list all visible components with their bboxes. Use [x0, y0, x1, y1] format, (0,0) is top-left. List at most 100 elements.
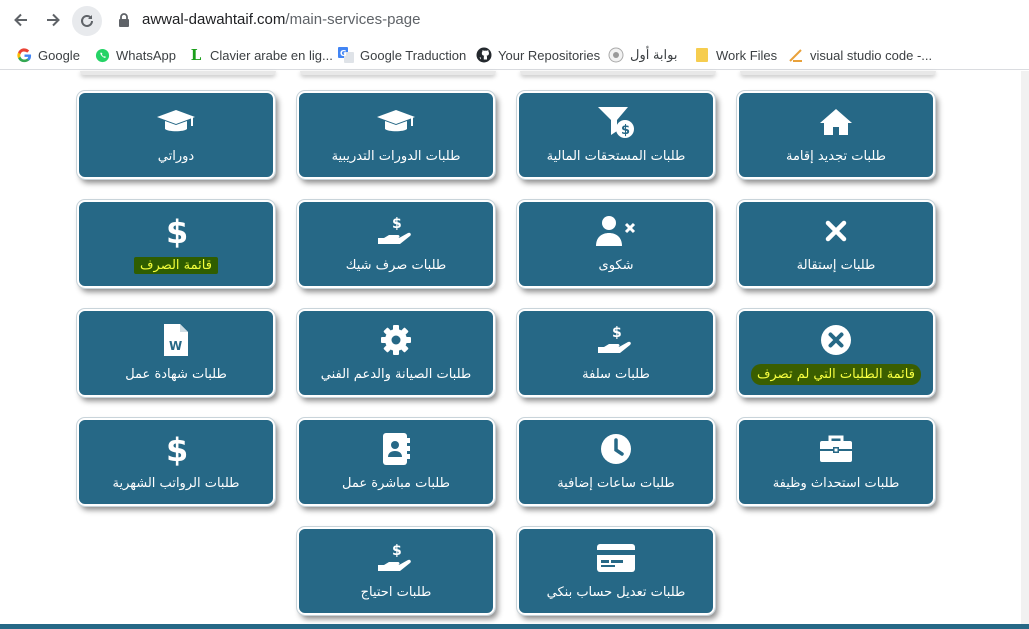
svg-text:$: $ — [166, 214, 188, 248]
browser-toolbar: awwal-dawahtaif.com/main-services-page — [0, 0, 1029, 40]
folder-icon — [694, 47, 710, 63]
clock-icon — [519, 432, 713, 466]
card-resignation[interactable]: طلبات إستقالة — [736, 199, 936, 289]
card-edge-strip — [300, 71, 496, 75]
card-label: طلبات صرف شيك — [345, 258, 447, 273]
card-cheque-request[interactable]: $ طلبات صرف شيك — [296, 199, 496, 289]
credit-card-icon — [519, 541, 713, 575]
card-monthly-salaries[interactable]: $ طلبات الرواتب الشهرية — [76, 417, 276, 507]
card-label: طلبات احتياج — [360, 585, 432, 600]
scrollbar[interactable] — [1021, 71, 1029, 624]
card-label: طلبات الرواتب الشهرية — [112, 476, 240, 491]
word-file-icon: W — [79, 323, 273, 357]
svg-text:$: $ — [612, 325, 622, 341]
card-label: طلبات الصيانة والدعم الفني — [320, 367, 472, 382]
url-domain: awwal-dawahtaif.com — [142, 11, 286, 28]
back-icon[interactable] — [10, 9, 32, 31]
card-edge-strip — [520, 71, 716, 75]
card-residence-renewal[interactable]: طلبات تجديد إقامة — [736, 90, 936, 180]
lock-icon[interactable] — [118, 12, 130, 31]
footer-bar — [0, 624, 1029, 629]
forward-icon[interactable] — [42, 9, 64, 31]
graduation-cap-icon — [79, 105, 273, 139]
dollar-icon: $ — [79, 432, 273, 466]
card-label: طلبات المستحقات المالية — [546, 149, 686, 164]
card-label: طلبات شهادة عمل — [125, 367, 227, 382]
hand-dollar-icon: $ — [299, 541, 493, 575]
card-advance-request[interactable]: $ طلبات سلفة — [516, 308, 716, 398]
github-icon — [476, 47, 492, 63]
address-book-icon — [299, 432, 493, 466]
bookmark-translate[interactable]: G Google Traduction — [338, 45, 466, 65]
card-label: طلبات استحداث وظيفة — [772, 476, 900, 491]
translate-icon: G — [338, 47, 354, 63]
svg-text:W: W — [169, 339, 182, 353]
dollar-icon: $ — [79, 214, 273, 248]
x-icon — [739, 214, 933, 248]
card-unpaid-requests-list[interactable]: قائمة الطلبات التي لم تصرف — [736, 308, 936, 398]
card-label: طلبات ساعات إضافية — [557, 476, 675, 491]
svg-text:G: G — [340, 49, 347, 58]
highlighted-label: قائمة الصرف — [134, 257, 218, 274]
card-label: طلبات تعديل حساب بنكي — [546, 585, 686, 600]
card-financial-dues[interactable]: $ طلبات المستحقات المالية — [516, 90, 716, 180]
bookmark-whatsapp[interactable]: WhatsApp — [94, 45, 176, 65]
svg-text:$: $ — [392, 216, 402, 232]
url-path: /main-services-page — [285, 11, 421, 28]
card-bank-account-change[interactable]: طلبات تعديل حساب بنكي — [516, 526, 716, 616]
card-needs-request[interactable]: $ طلبات احتياج — [296, 526, 496, 616]
bookmark-label: بوابة أول — [630, 47, 678, 62]
google-icon — [16, 47, 32, 63]
whatsapp-icon — [94, 47, 110, 63]
card-overtime-hours[interactable]: طلبات ساعات إضافية — [516, 417, 716, 507]
bookmark-work-files[interactable]: Work Files — [694, 45, 777, 65]
home-icon — [739, 105, 933, 139]
bookmark-github[interactable]: Your Repositories — [476, 45, 600, 65]
card-label: قائمة الصرف — [79, 257, 273, 274]
bookmark-label: Your Repositories — [498, 47, 601, 63]
user-x-icon — [519, 214, 713, 248]
funnel-dollar-icon: $ — [519, 105, 713, 139]
card-my-courses[interactable]: دوراتي — [76, 90, 276, 180]
svg-text:$: $ — [621, 123, 630, 138]
card-label: طلبات إستقالة — [796, 258, 876, 273]
hand-dollar-icon: $ — [519, 323, 713, 357]
services-page: طلبات تجديد إقامة $ طلبات المستحقات الما… — [0, 71, 1029, 629]
card-label: طلبات تجديد إقامة — [785, 149, 887, 164]
bookmark-portal[interactable]: بوابة أول — [608, 45, 677, 65]
gear-icon — [299, 323, 493, 357]
circle-x-icon — [739, 323, 933, 357]
card-complaint[interactable]: شكوى — [516, 199, 716, 289]
vscode-icon — [788, 47, 804, 63]
card-employment-certificate[interactable]: W طلبات شهادة عمل — [76, 308, 276, 398]
bookmark-label: Clavier arabe en lig... — [210, 47, 333, 63]
card-maintenance-support[interactable]: طلبات الصيانة والدعم الفني — [296, 308, 496, 398]
bookmarks-bar: Google WhatsApp L Clavier arabe en lig..… — [0, 40, 1029, 70]
graduation-cap-icon — [299, 105, 493, 139]
svg-text:$: $ — [166, 432, 188, 466]
bookmark-label: Google — [38, 47, 80, 63]
card-label: دوراتي — [157, 149, 195, 164]
card-label: طلبات مباشرة عمل — [342, 476, 450, 491]
bookmark-clavier[interactable]: L Clavier arabe en lig... — [188, 45, 333, 65]
card-edge-strip — [80, 71, 276, 75]
bookmark-label: Google Traduction — [360, 47, 467, 63]
clavier-icon: L — [190, 46, 202, 64]
card-work-commencement[interactable]: طلبات مباشرة عمل — [296, 417, 496, 507]
briefcase-icon — [739, 432, 933, 466]
card-label: شكوى — [598, 258, 634, 273]
bookmark-label: WhatsApp — [116, 47, 176, 63]
hand-dollar-icon: $ — [299, 214, 493, 248]
bookmark-label: Work Files — [716, 47, 778, 63]
card-new-position[interactable]: طلبات استحداث وظيفة — [736, 417, 936, 507]
card-disbursement-list[interactable]: $ قائمة الصرف — [76, 199, 276, 289]
portal-icon — [608, 47, 624, 63]
reload-icon[interactable] — [72, 6, 102, 36]
card-label: طلبات سلفة — [582, 367, 650, 382]
bookmark-google[interactable]: Google — [16, 45, 80, 65]
svg-text:$: $ — [392, 543, 402, 559]
card-edge-strip — [740, 71, 936, 75]
address-bar[interactable]: awwal-dawahtaif.com/main-services-page — [142, 11, 420, 28]
bookmark-vscode[interactable]: visual studio code -... — [788, 45, 932, 65]
card-training-courses[interactable]: طلبات الدورات التدريبية — [296, 90, 496, 180]
